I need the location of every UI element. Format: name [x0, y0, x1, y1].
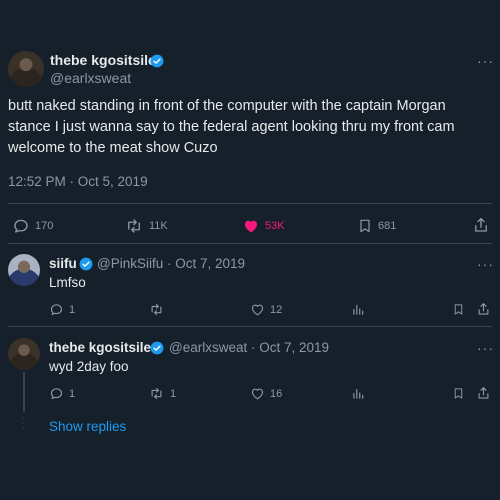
share-button[interactable]: [476, 385, 491, 401]
reply-text: Lmfso: [49, 275, 86, 290]
reply-button[interactable]: 1: [49, 302, 75, 317]
avatar[interactable]: [8, 338, 40, 370]
reply-text: wyd 2day foo: [49, 359, 129, 374]
like-button[interactable]: 12: [250, 302, 282, 317]
share-icon: [478, 303, 489, 315]
bookmark-icon: [360, 219, 370, 233]
share-icon: [478, 387, 489, 399]
tweet-text: butt naked standing in front of the comp…: [8, 98, 455, 156]
reply-icon: [50, 388, 63, 400]
thread-connector: [23, 372, 25, 412]
reply-icon: [14, 219, 28, 233]
verified-badge-icon: [150, 54, 164, 68]
verified-badge-icon: [79, 257, 93, 271]
views-button[interactable]: [351, 386, 365, 401]
reply-count: 1: [69, 387, 76, 400]
views-chart-icon: [353, 388, 364, 399]
bookmark-button[interactable]: 681: [357, 217, 396, 235]
bookmark-button[interactable]: [452, 386, 465, 401]
like-count: 53K: [265, 220, 285, 232]
reply-button[interactable]: 1: [49, 386, 75, 401]
share-button[interactable]: [476, 301, 491, 317]
bookmark-button[interactable]: [452, 302, 465, 317]
avatar[interactable]: [8, 254, 40, 286]
like-count: 16: [270, 387, 283, 400]
reply-count: 1: [69, 303, 76, 316]
retweet-icon: [151, 303, 162, 316]
share-icon: [475, 217, 487, 232]
retweet-count: 11K: [149, 220, 168, 232]
heart-icon: [251, 304, 264, 316]
like-count: 12: [270, 303, 283, 316]
reply-icon: [50, 304, 63, 316]
reply-author-name[interactable]: siifu: [49, 256, 77, 271]
tweet-timestamp[interactable]: 12:52 PM · Oct 5, 2019: [8, 174, 148, 189]
views-chart-icon: [353, 304, 364, 315]
retweet-icon: [128, 219, 140, 233]
reply-button[interactable]: 170: [12, 217, 53, 235]
bookmark-icon: [454, 388, 463, 399]
heart-icon: [251, 388, 264, 400]
reply-handle-date[interactable]: @PinkSiifu · Oct 7, 2019: [97, 256, 245, 271]
divider: [8, 243, 492, 244]
bookmark-icon: [454, 304, 463, 315]
retweet-icon: [151, 387, 162, 400]
more-options-icon[interactable]: ···: [477, 53, 494, 69]
heart-filled-icon: [245, 220, 257, 233]
reply-author-name[interactable]: thebe kgositsile: [49, 340, 151, 355]
retweet-count: 1: [170, 387, 177, 400]
author-name[interactable]: thebe kgositsile: [50, 52, 156, 68]
divider: [8, 203, 492, 204]
more-options-icon[interactable]: ···: [477, 256, 494, 272]
share-button[interactable]: [472, 216, 490, 234]
avatar[interactable]: [8, 51, 44, 87]
verified-badge-icon: [150, 341, 164, 355]
divider: [8, 326, 492, 327]
bookmark-count: 681: [378, 220, 397, 232]
retweet-button[interactable]: 1: [148, 386, 176, 401]
reply-count: 170: [35, 220, 54, 232]
thread-dots: · · ·: [21, 410, 25, 434]
author-handle[interactable]: @earlxsweat: [50, 70, 131, 86]
reply-handle-date[interactable]: @earlxsweat · Oct 7, 2019: [169, 340, 329, 355]
like-button[interactable]: 16: [250, 386, 282, 401]
more-options-icon[interactable]: ···: [477, 340, 494, 356]
views-button[interactable]: [351, 302, 365, 317]
retweet-button[interactable]: 11K: [124, 217, 168, 235]
like-button[interactable]: 53K: [242, 217, 285, 235]
show-replies-link[interactable]: Show replies: [49, 419, 126, 434]
retweet-button[interactable]: [148, 302, 170, 317]
